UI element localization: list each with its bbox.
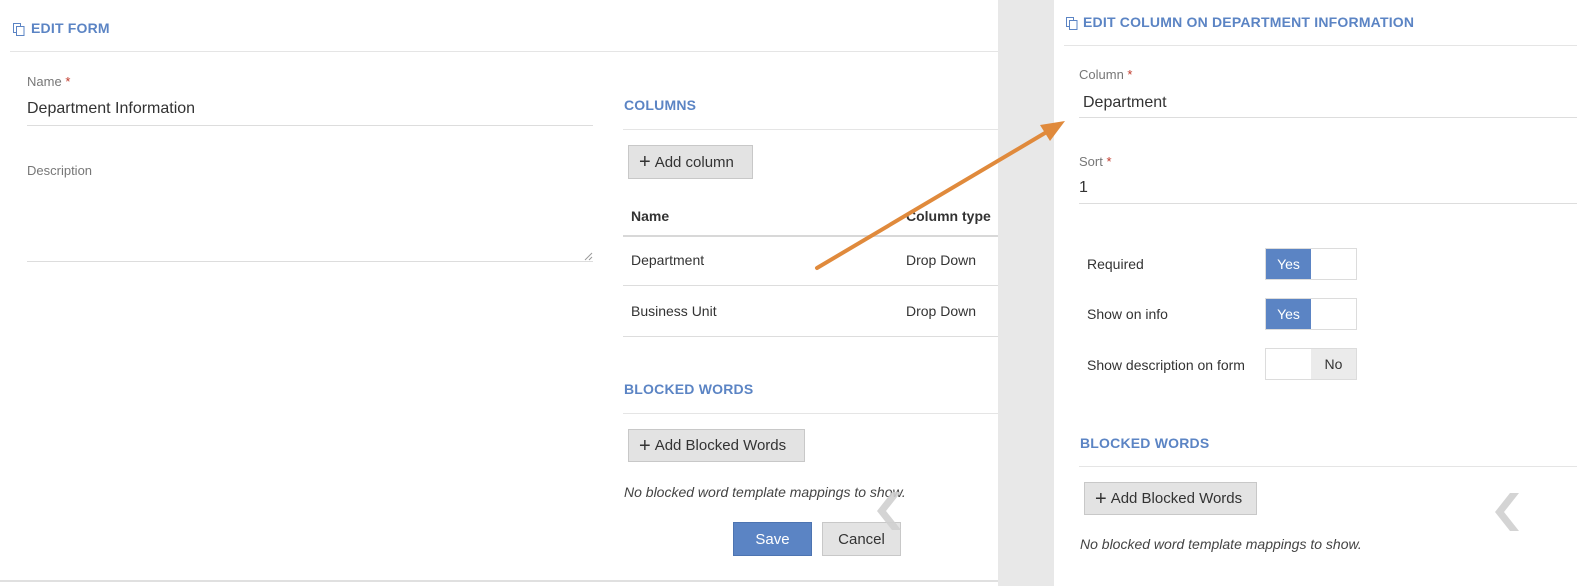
- name-label: Name *: [27, 74, 71, 89]
- required-toggle-value: Yes: [1266, 249, 1311, 279]
- column-input-underline: [1079, 117, 1577, 118]
- row-divider: [623, 285, 998, 286]
- bottom-border: [0, 580, 998, 582]
- column-input[interactable]: Department: [1083, 94, 1167, 112]
- plus-icon: +: [639, 151, 651, 173]
- sort-input[interactable]: 1: [1079, 179, 1088, 197]
- show-description-toggle[interactable]: No: [1265, 348, 1357, 380]
- chevron-left-icon[interactable]: [1490, 491, 1520, 533]
- required-toggle[interactable]: Yes: [1265, 248, 1357, 280]
- table-header-divider: [623, 235, 998, 237]
- show-description-toggle-value: No: [1311, 349, 1356, 379]
- panel-gap: [998, 0, 1054, 586]
- right-blocked-words-empty-message: No blocked word template mappings to sho…: [1080, 536, 1362, 552]
- show-description-label: Show description on form: [1087, 357, 1245, 373]
- description-underline: [27, 261, 593, 262]
- name-input[interactable]: Department Information: [27, 100, 195, 118]
- row-name-cell: Business Unit: [631, 303, 717, 319]
- copy-icon: [1066, 17, 1078, 30]
- add-column-label: Add column: [654, 153, 734, 171]
- add-blocked-words-label: Add Blocked Words: [654, 437, 787, 454]
- required-label: Required: [1087, 256, 1144, 272]
- description-textarea[interactable]: [27, 185, 593, 262]
- chevron-left-icon[interactable]: [872, 490, 902, 532]
- title-divider: [10, 51, 998, 52]
- right-blocked-words-title: BLOCKED WORDS: [1080, 435, 1210, 451]
- plus-icon: +: [1095, 487, 1107, 510]
- edit-column-title-divider: [1064, 45, 1577, 46]
- plus-icon: +: [639, 434, 651, 457]
- row-type-cell: Drop Down: [906, 303, 977, 319]
- right-blocked-words-divider: [1079, 466, 1577, 467]
- column-label: Column *: [1079, 67, 1133, 82]
- table-header-column-type[interactable]: Column type: [906, 208, 991, 224]
- blocked-words-section-title: BLOCKED WORDS: [624, 381, 754, 397]
- description-label: Description: [27, 163, 93, 178]
- show-on-info-label: Show on info: [1087, 306, 1168, 322]
- add-blocked-words-button[interactable]: + Add Blocked Words: [628, 429, 805, 462]
- name-input-underline: [27, 125, 593, 126]
- columns-divider: [623, 129, 998, 130]
- blocked-words-divider: [623, 413, 998, 414]
- show-on-info-toggle-value: Yes: [1266, 299, 1311, 329]
- edit-column-title: EDIT COLUMN ON DEPARTMENT INFORMATION: [1083, 14, 1415, 30]
- row-divider: [623, 336, 998, 337]
- edit-form-title: EDIT FORM: [31, 20, 110, 36]
- row-name-cell: Department: [631, 252, 705, 268]
- table-header-name[interactable]: Name: [631, 208, 669, 224]
- sort-label: Sort *: [1079, 154, 1112, 169]
- row-type-cell: Drop Down: [906, 252, 977, 268]
- right-add-blocked-words-label: Add Blocked Words: [1110, 490, 1243, 507]
- show-on-info-toggle[interactable]: Yes: [1265, 298, 1357, 330]
- columns-section-title: COLUMNS: [624, 97, 697, 113]
- copy-icon: [13, 23, 25, 36]
- save-button[interactable]: Save: [733, 522, 812, 556]
- right-add-blocked-words-button[interactable]: + Add Blocked Words: [1084, 482, 1257, 515]
- add-column-button[interactable]: + Add column: [628, 145, 753, 179]
- sort-input-underline: [1079, 203, 1577, 204]
- resize-grip-icon[interactable]: [584, 252, 593, 261]
- blocked-words-empty-message: No blocked word template mappings to sho…: [624, 484, 906, 500]
